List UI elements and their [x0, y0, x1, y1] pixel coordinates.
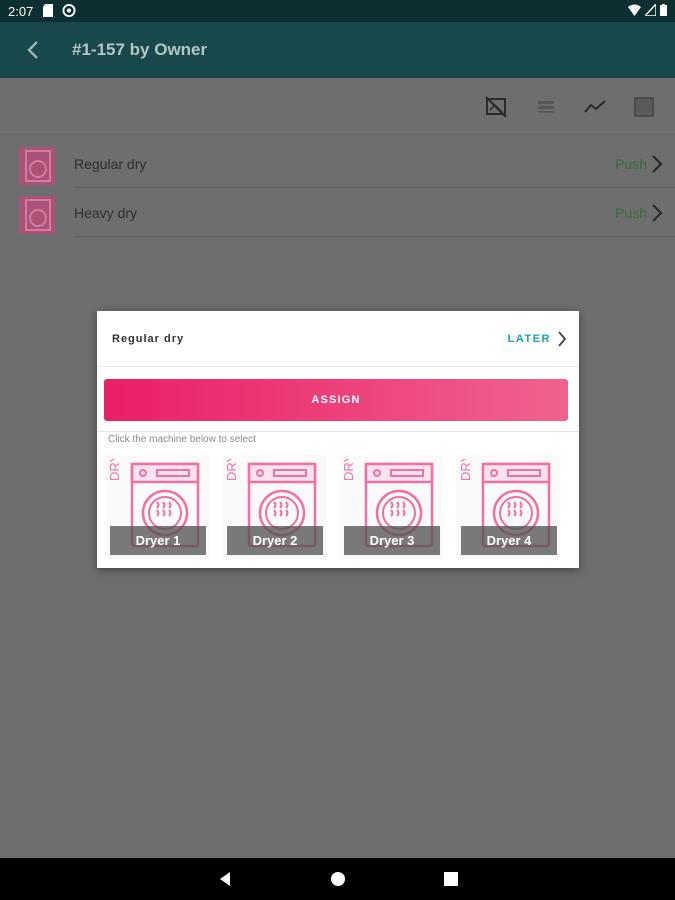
machine-tile[interactable]: DRY Dryer 3: [339, 455, 443, 559]
chart-trend-icon[interactable]: [584, 96, 606, 118]
assign-dialog: Regular dry LATER ASSIGN Click the machi…: [97, 311, 579, 568]
divider: [74, 187, 675, 188]
machine-tile[interactable]: DRY Dryer 4: [456, 455, 560, 559]
list-view-icon[interactable]: [535, 96, 557, 118]
assign-button[interactable]: ASSIGN: [104, 379, 568, 421]
status-bar: 2:07: [0, 0, 675, 22]
dry-tag: DRY: [224, 459, 239, 481]
dry-tag: DRY: [341, 459, 356, 481]
machine-tile[interactable]: DRY Dryer 2: [222, 455, 326, 559]
back-triangle-icon[interactable]: [216, 870, 234, 888]
push-link[interactable]: Push: [615, 156, 647, 172]
dry-tag: DRY: [107, 459, 122, 481]
list-item[interactable]: Regular dry Push: [0, 140, 675, 188]
status-time: 2:07: [8, 4, 34, 19]
page-title: #1-157 by Owner: [72, 40, 208, 59]
dialog-title: Regular dry: [112, 333, 185, 345]
list-item[interactable]: Heavy dry Push: [0, 189, 675, 237]
dry-tag: DRY: [458, 459, 473, 481]
wifi-icon: [628, 4, 641, 16]
machine-name: Dryer 1: [110, 526, 206, 555]
machine-grid: DRY Dryer 1 DRY Dryer 2 DRY Dryer 3 DRY …: [105, 455, 571, 559]
at-sign-icon: [62, 4, 76, 17]
back-arrow-icon[interactable]: [20, 36, 48, 64]
grid-view-icon[interactable]: [633, 96, 655, 118]
list-item-label: Regular dry: [74, 156, 147, 172]
chevron-right-icon[interactable]: [557, 330, 567, 348]
system-nav-bar: [0, 858, 675, 900]
dryer-thumbnail-icon: [19, 147, 55, 185]
no-image-icon[interactable]: [485, 96, 507, 118]
push-link[interactable]: Push: [615, 205, 647, 221]
divider: [97, 431, 579, 432]
signal-icon: [645, 4, 656, 16]
select-hint: Click the machine below to select: [108, 434, 256, 445]
later-button[interactable]: LATER: [508, 333, 551, 345]
divider: [74, 236, 675, 237]
view-toolbar: [0, 78, 675, 135]
machine-name: Dryer 3: [344, 526, 440, 555]
dialog-header: Regular dry LATER: [97, 311, 579, 367]
list-item-label: Heavy dry: [74, 205, 138, 221]
battery-icon: [660, 4, 667, 16]
machine-tile[interactable]: DRY Dryer 1: [105, 455, 209, 559]
machine-name: Dryer 4: [461, 526, 557, 555]
app-bar: #1-157 by Owner: [0, 22, 675, 78]
chevron-right-icon: [652, 155, 663, 173]
sd-card-icon: [43, 4, 53, 17]
dryer-thumbnail-icon: [19, 196, 55, 234]
status-indicators: [628, 4, 667, 16]
home-circle-icon[interactable]: [329, 870, 347, 888]
machine-name: Dryer 2: [227, 526, 323, 555]
chevron-right-icon: [652, 204, 663, 222]
recents-square-icon[interactable]: [442, 870, 460, 888]
